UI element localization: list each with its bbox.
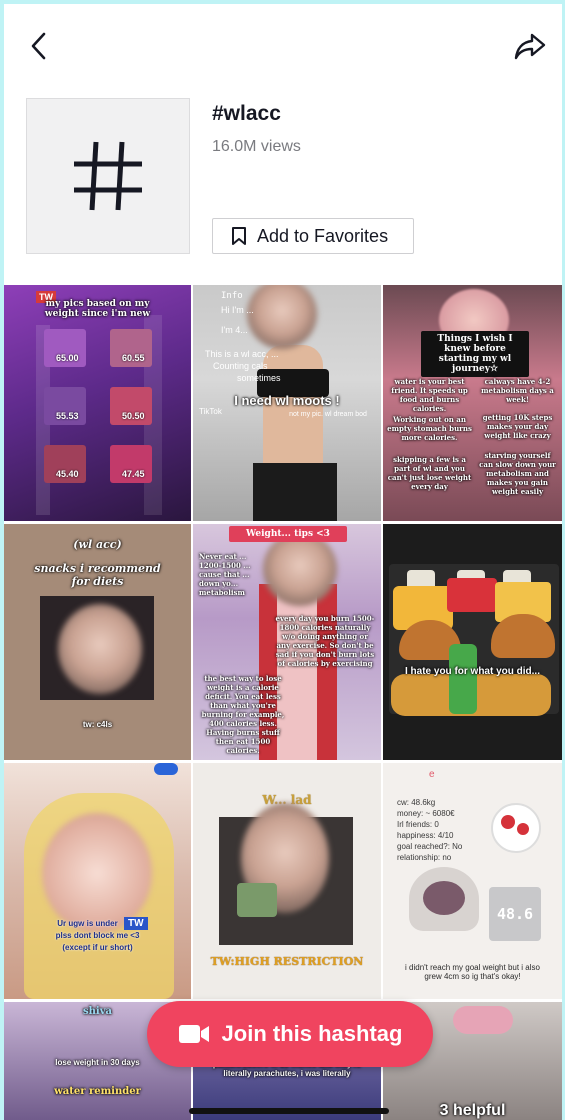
video-caption: 3 helpful <box>439 1102 506 1119</box>
video-caption: water reminder <box>54 1086 141 1097</box>
tip: every day you burn 1500-1800 calories na… <box>275 614 375 668</box>
video-tile[interactable]: e cw: 48.6kg money: ~ 6080€ Irl friends:… <box>383 763 562 999</box>
top-bar <box>4 4 562 88</box>
bookmark-icon <box>232 227 246 245</box>
stat-line: cw: 48.6kg <box>397 798 436 807</box>
share-arrow-icon <box>514 33 546 60</box>
video-footer: tw: c4ls <box>82 720 113 729</box>
back-button[interactable] <box>24 30 56 62</box>
video-caption: plss dont block me <3 <box>55 931 140 940</box>
video-caption: TW:HIGH RESTRICTION <box>210 955 364 968</box>
weight-label: 47.45 <box>122 469 145 479</box>
info-label: Info <box>221 291 243 301</box>
letter-e: e <box>429 769 435 780</box>
hashtag-cover <box>26 98 190 254</box>
stat-line: Irl friends: 0 <box>397 820 439 829</box>
hashtag-title: #wlacc <box>212 102 281 125</box>
stat-line: relationship: no <box>397 853 452 862</box>
video-camera-icon <box>178 1025 209 1043</box>
video-tile[interactable]: (wl acc) snacks i recommend for diets tw… <box>4 524 191 760</box>
view-count: 16.0M views <box>212 138 301 155</box>
tw-badge: TW <box>124 917 148 930</box>
weight-label: 55.53 <box>56 411 79 421</box>
video-tile[interactable]: TW my pics based on my weight since i'm … <box>4 285 191 521</box>
tip: starving yourself can slow down your met… <box>479 451 556 496</box>
info-line: This is a wl acc, ... <box>205 349 279 359</box>
scale-reading: 48.6 <box>496 905 534 923</box>
scale-display: 48.6 <box>489 887 541 941</box>
info-line: I'm 4... <box>221 325 248 335</box>
add-to-favorites-button[interactable]: Add to Favorites <box>212 218 414 254</box>
join-hashtag-button[interactable]: Join this hashtag <box>147 1001 433 1067</box>
tip: getting 10K steps makes your day weight … <box>482 413 553 440</box>
share-button[interactable] <box>512 30 548 62</box>
video-subcaption: not my pic. wl dream bod <box>289 411 367 418</box>
video-caption: my pics based on my weight since i'm new <box>44 299 151 319</box>
stat-line: goal reached?: No <box>397 842 463 851</box>
video-caption: lose weight in 30 days <box>55 1058 140 1067</box>
video-caption: I need wl moots ! <box>234 393 340 408</box>
video-heading: (wl acc) <box>73 538 122 551</box>
join-label: Join this hashtag <box>221 1021 403 1046</box>
brand-watermark: TikTok <box>199 407 222 416</box>
blurred-face <box>42 813 152 933</box>
weight-label: 65.00 <box>56 353 79 363</box>
blurred-face <box>263 532 337 606</box>
video-caption: snacks i recommend for diets <box>34 562 161 588</box>
home-indicator <box>189 1108 389 1114</box>
blurred-face <box>247 285 317 349</box>
video-tile[interactable]: W... lad TW:HIGH RESTRICTION <box>193 763 381 999</box>
video-heading: Things I wish I knew before starting my … <box>421 331 529 377</box>
weight-label: 50.50 <box>122 411 145 421</box>
video-footer: i didn't reach my goal weight but i also… <box>405 963 540 981</box>
tip: Never eat ... 1200-1500 ... cause that .… <box>199 552 251 597</box>
weight-label: 60.55 <box>122 353 145 363</box>
stats-list: cw: 48.6kg money: ~ 6080€ Irl friends: 0… <box>397 797 493 863</box>
video-caption: (except if ur short) <box>62 943 133 952</box>
stat-line: money: ~ 6080€ <box>397 809 455 818</box>
weight-label: 45.40 <box>56 469 79 479</box>
stat-line: happiness: 4/10 <box>397 831 454 840</box>
tip: skipping a few is a part of wl and you c… <box>387 455 472 491</box>
favorites-label: Add to Favorites <box>257 225 389 246</box>
info-line: sometimes <box>237 373 281 383</box>
tip: the best way to lose weight is a calorie… <box>201 674 285 755</box>
video-caption: I hate you for what you did... <box>404 666 540 677</box>
info-line: Hi I'm ... <box>221 305 254 315</box>
video-tile[interactable]: Ur ugw is under TW plss dont block me <3… <box>4 763 191 999</box>
chevron-left-icon <box>31 32 46 60</box>
video-tile[interactable]: Weight... tips <3 Never eat ... 1200-150… <box>193 524 381 760</box>
video-tile[interactable]: Things I wish I knew before starting my … <box>383 285 562 521</box>
tip: water is your best friend. It speeds up … <box>391 377 468 413</box>
blurred-face <box>58 604 142 694</box>
hashtag-header: #wlacc 16.0M views Add to Favorites <box>26 98 562 258</box>
video-heading: Weight... tips <3 <box>229 526 347 542</box>
hashtag-icon <box>74 141 142 211</box>
fruit-plate <box>491 803 541 853</box>
tip: calways have 4-2 metabolism days a week! <box>481 377 554 404</box>
tip: Working out on an empty stomach burns mo… <box>387 415 472 442</box>
video-caption: Ur ugw is under <box>57 919 118 928</box>
info-line: Counting cals <box>213 361 268 371</box>
video-tile[interactable]: Info Hi I'm ... I'm 4... This is a wl ac… <box>193 285 381 521</box>
video-tile[interactable]: I hate you for what you did... <box>383 524 562 760</box>
